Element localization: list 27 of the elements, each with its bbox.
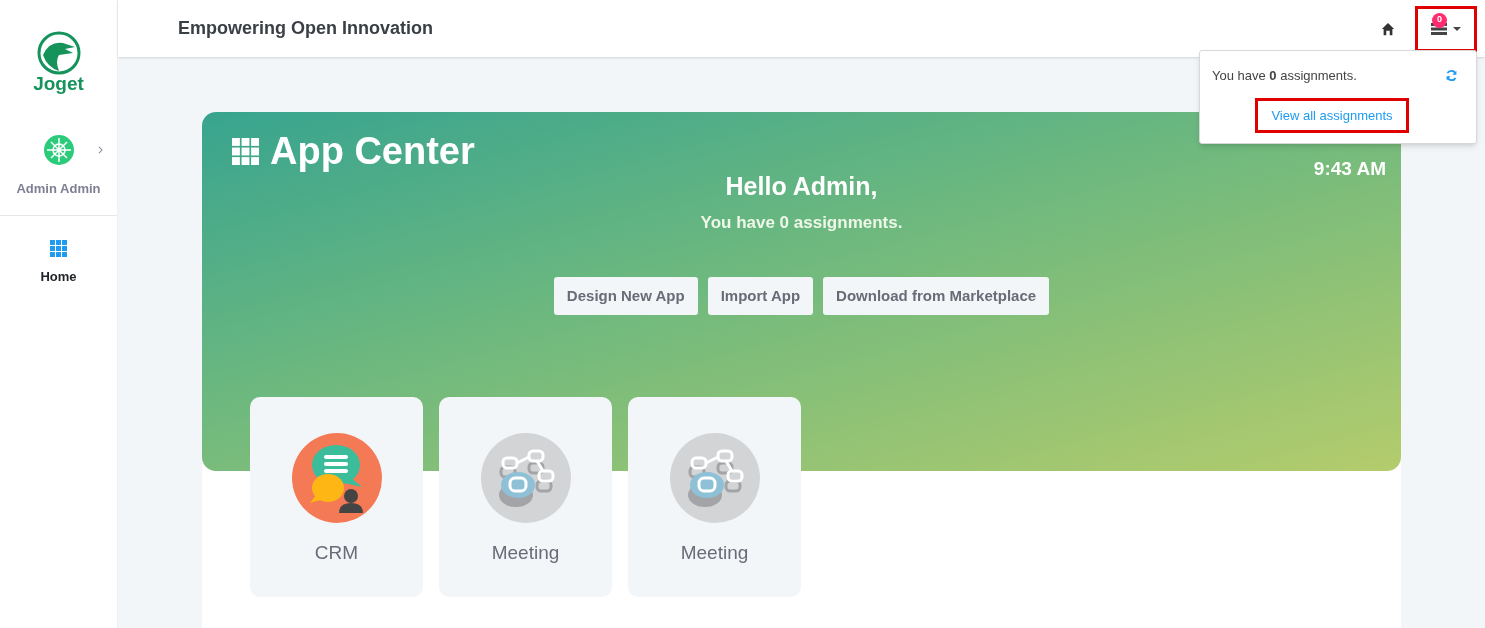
action-button[interactable]: Import App (707, 277, 814, 315)
network-icon (669, 433, 760, 523)
dropdown-message: You have 0 assignments. (1212, 67, 1357, 85)
greeting: Hello Admin, (725, 171, 878, 202)
time-text: 9:43 AM (1313, 157, 1386, 181)
app-card[interactable]: Meeting (439, 397, 612, 597)
refresh-icon[interactable] (1445, 69, 1458, 83)
view-all-link[interactable]: View all assignments (1255, 97, 1409, 133)
logo-icon (36, 31, 81, 75)
page-title: Empowering Open Innovation (178, 17, 433, 40)
action-button[interactable]: Download from Marketplace (823, 277, 1050, 315)
chevron-right-icon[interactable] (98, 146, 103, 154)
brand-name: Joget (33, 74, 84, 93)
user-name[interactable]: Admin Admin (16, 179, 101, 199)
app-card[interactable]: CRM (250, 397, 423, 597)
home-icon[interactable] (1381, 21, 1395, 36)
action-button[interactable]: Design New App (553, 277, 698, 315)
chat-icon (291, 433, 382, 523)
banner-title: App Center (270, 132, 475, 170)
grid-icon (50, 239, 67, 257)
app-card[interactable]: Meeting (628, 397, 801, 597)
grid-icon (232, 137, 259, 165)
caret-icon (1453, 26, 1461, 31)
assignment-summary: You have 0 assignments. (700, 211, 903, 234)
nav-item[interactable]: Home (28, 215, 89, 294)
avatar-icon (43, 135, 74, 165)
network-icon (480, 433, 571, 523)
